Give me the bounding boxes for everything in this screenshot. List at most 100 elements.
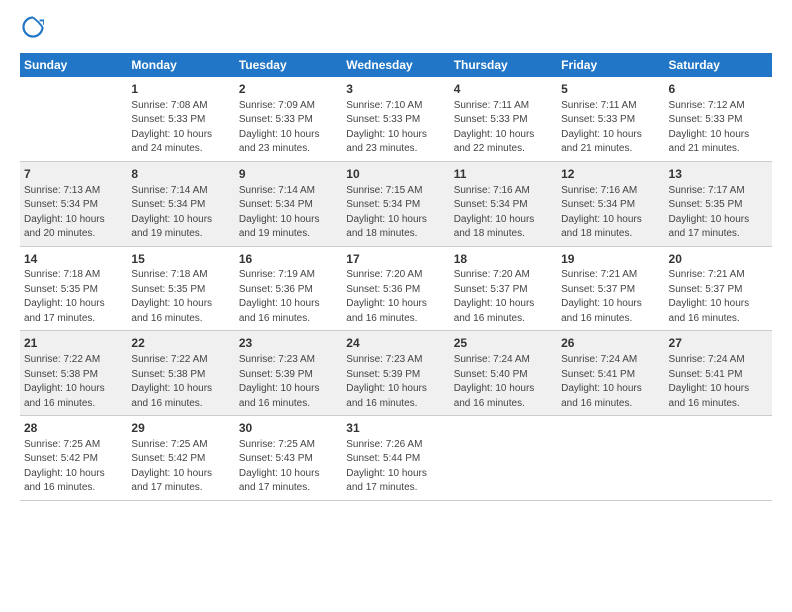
day-number: 19 [561, 251, 660, 268]
calendar-cell: 7Sunrise: 7:13 AMSunset: 5:34 PMDaylight… [20, 161, 127, 246]
calendar-cell [665, 416, 772, 501]
calendar-cell: 26Sunrise: 7:24 AMSunset: 5:41 PMDayligh… [557, 331, 664, 416]
week-row-4: 28Sunrise: 7:25 AMSunset: 5:42 PMDayligh… [20, 416, 772, 501]
cell-content: Sunrise: 7:15 AMSunset: 5:34 PMDaylight:… [346, 184, 445, 242]
day-number: 15 [131, 251, 230, 268]
cell-content: Sunrise: 7:08 AMSunset: 5:33 PMDaylight:… [131, 99, 230, 157]
calendar-cell: 4Sunrise: 7:11 AMSunset: 5:33 PMDaylight… [450, 77, 557, 161]
calendar-cell: 18Sunrise: 7:20 AMSunset: 5:37 PMDayligh… [450, 246, 557, 331]
cell-content: Sunrise: 7:14 AMSunset: 5:34 PMDaylight:… [131, 184, 230, 242]
logo-icon [22, 16, 44, 38]
cell-content: Sunrise: 7:20 AMSunset: 5:36 PMDaylight:… [346, 268, 445, 326]
cell-content: Sunrise: 7:26 AMSunset: 5:44 PMDaylight:… [346, 438, 445, 496]
day-number: 22 [131, 335, 230, 352]
cell-content: Sunrise: 7:18 AMSunset: 5:35 PMDaylight:… [24, 268, 123, 326]
day-number: 10 [346, 166, 445, 183]
week-row-2: 14Sunrise: 7:18 AMSunset: 5:35 PMDayligh… [20, 246, 772, 331]
calendar-cell: 10Sunrise: 7:15 AMSunset: 5:34 PMDayligh… [342, 161, 449, 246]
day-number: 26 [561, 335, 660, 352]
week-row-3: 21Sunrise: 7:22 AMSunset: 5:38 PMDayligh… [20, 331, 772, 416]
cell-content: Sunrise: 7:24 AMSunset: 5:40 PMDaylight:… [454, 353, 553, 411]
calendar-cell: 16Sunrise: 7:19 AMSunset: 5:36 PMDayligh… [235, 246, 342, 331]
cell-content: Sunrise: 7:24 AMSunset: 5:41 PMDaylight:… [669, 353, 768, 411]
day-number: 3 [346, 81, 445, 98]
cell-content: Sunrise: 7:16 AMSunset: 5:34 PMDaylight:… [454, 184, 553, 242]
calendar-cell: 24Sunrise: 7:23 AMSunset: 5:39 PMDayligh… [342, 331, 449, 416]
cell-content: Sunrise: 7:12 AMSunset: 5:33 PMDaylight:… [669, 99, 768, 157]
day-number: 2 [239, 81, 338, 98]
cell-content: Sunrise: 7:11 AMSunset: 5:33 PMDaylight:… [454, 99, 553, 157]
day-number: 17 [346, 251, 445, 268]
week-row-0: 1Sunrise: 7:08 AMSunset: 5:33 PMDaylight… [20, 77, 772, 161]
header-cell-monday: Monday [127, 53, 234, 77]
calendar-cell: 5Sunrise: 7:11 AMSunset: 5:33 PMDaylight… [557, 77, 664, 161]
calendar-cell: 2Sunrise: 7:09 AMSunset: 5:33 PMDaylight… [235, 77, 342, 161]
cell-content: Sunrise: 7:22 AMSunset: 5:38 PMDaylight:… [24, 353, 123, 411]
calendar-cell: 9Sunrise: 7:14 AMSunset: 5:34 PMDaylight… [235, 161, 342, 246]
day-number: 5 [561, 81, 660, 98]
calendar-cell: 20Sunrise: 7:21 AMSunset: 5:37 PMDayligh… [665, 246, 772, 331]
cell-content: Sunrise: 7:23 AMSunset: 5:39 PMDaylight:… [346, 353, 445, 411]
cell-content: Sunrise: 7:09 AMSunset: 5:33 PMDaylight:… [239, 99, 338, 157]
page-container: SundayMondayTuesdayWednesdayThursdayFrid… [0, 0, 792, 612]
cell-content: Sunrise: 7:24 AMSunset: 5:41 PMDaylight:… [561, 353, 660, 411]
cell-content: Sunrise: 7:23 AMSunset: 5:39 PMDaylight:… [239, 353, 338, 411]
cell-content: Sunrise: 7:14 AMSunset: 5:34 PMDaylight:… [239, 184, 338, 242]
calendar-cell: 23Sunrise: 7:23 AMSunset: 5:39 PMDayligh… [235, 331, 342, 416]
calendar-cell: 31Sunrise: 7:26 AMSunset: 5:44 PMDayligh… [342, 416, 449, 501]
day-number: 6 [669, 81, 768, 98]
header-cell-wednesday: Wednesday [342, 53, 449, 77]
day-number: 20 [669, 251, 768, 268]
day-number: 1 [131, 81, 230, 98]
calendar-cell: 25Sunrise: 7:24 AMSunset: 5:40 PMDayligh… [450, 331, 557, 416]
cell-content: Sunrise: 7:10 AMSunset: 5:33 PMDaylight:… [346, 99, 445, 157]
week-row-1: 7Sunrise: 7:13 AMSunset: 5:34 PMDaylight… [20, 161, 772, 246]
cell-content: Sunrise: 7:20 AMSunset: 5:37 PMDaylight:… [454, 268, 553, 326]
header-cell-tuesday: Tuesday [235, 53, 342, 77]
calendar-cell: 13Sunrise: 7:17 AMSunset: 5:35 PMDayligh… [665, 161, 772, 246]
calendar-cell [20, 77, 127, 161]
cell-content: Sunrise: 7:25 AMSunset: 5:42 PMDaylight:… [24, 438, 123, 496]
calendar-cell: 29Sunrise: 7:25 AMSunset: 5:42 PMDayligh… [127, 416, 234, 501]
day-number: 11 [454, 166, 553, 183]
header-cell-thursday: Thursday [450, 53, 557, 77]
cell-content: Sunrise: 7:25 AMSunset: 5:42 PMDaylight:… [131, 438, 230, 496]
calendar-header: SundayMondayTuesdayWednesdayThursdayFrid… [20, 53, 772, 77]
calendar-body: 1Sunrise: 7:08 AMSunset: 5:33 PMDaylight… [20, 77, 772, 500]
calendar-cell [450, 416, 557, 501]
day-number: 14 [24, 251, 123, 268]
day-number: 16 [239, 251, 338, 268]
calendar-cell: 8Sunrise: 7:14 AMSunset: 5:34 PMDaylight… [127, 161, 234, 246]
header-cell-saturday: Saturday [665, 53, 772, 77]
calendar-cell: 14Sunrise: 7:18 AMSunset: 5:35 PMDayligh… [20, 246, 127, 331]
calendar-cell: 30Sunrise: 7:25 AMSunset: 5:43 PMDayligh… [235, 416, 342, 501]
calendar-cell [557, 416, 664, 501]
day-number: 30 [239, 420, 338, 437]
day-number: 25 [454, 335, 553, 352]
cell-content: Sunrise: 7:25 AMSunset: 5:43 PMDaylight:… [239, 438, 338, 496]
calendar-cell: 11Sunrise: 7:16 AMSunset: 5:34 PMDayligh… [450, 161, 557, 246]
calendar-cell: 1Sunrise: 7:08 AMSunset: 5:33 PMDaylight… [127, 77, 234, 161]
day-number: 12 [561, 166, 660, 183]
day-number: 29 [131, 420, 230, 437]
header-cell-sunday: Sunday [20, 53, 127, 77]
cell-content: Sunrise: 7:21 AMSunset: 5:37 PMDaylight:… [669, 268, 768, 326]
day-number: 9 [239, 166, 338, 183]
calendar-cell: 15Sunrise: 7:18 AMSunset: 5:35 PMDayligh… [127, 246, 234, 331]
calendar-cell: 28Sunrise: 7:25 AMSunset: 5:42 PMDayligh… [20, 416, 127, 501]
cell-content: Sunrise: 7:13 AMSunset: 5:34 PMDaylight:… [24, 184, 123, 242]
cell-content: Sunrise: 7:18 AMSunset: 5:35 PMDaylight:… [131, 268, 230, 326]
day-number: 7 [24, 166, 123, 183]
day-number: 18 [454, 251, 553, 268]
cell-content: Sunrise: 7:16 AMSunset: 5:34 PMDaylight:… [561, 184, 660, 242]
day-number: 4 [454, 81, 553, 98]
calendar-cell: 17Sunrise: 7:20 AMSunset: 5:36 PMDayligh… [342, 246, 449, 331]
day-number: 13 [669, 166, 768, 183]
calendar-cell: 19Sunrise: 7:21 AMSunset: 5:37 PMDayligh… [557, 246, 664, 331]
calendar-cell: 27Sunrise: 7:24 AMSunset: 5:41 PMDayligh… [665, 331, 772, 416]
day-number: 23 [239, 335, 338, 352]
header-cell-friday: Friday [557, 53, 664, 77]
calendar-cell: 12Sunrise: 7:16 AMSunset: 5:34 PMDayligh… [557, 161, 664, 246]
day-number: 24 [346, 335, 445, 352]
day-number: 8 [131, 166, 230, 183]
